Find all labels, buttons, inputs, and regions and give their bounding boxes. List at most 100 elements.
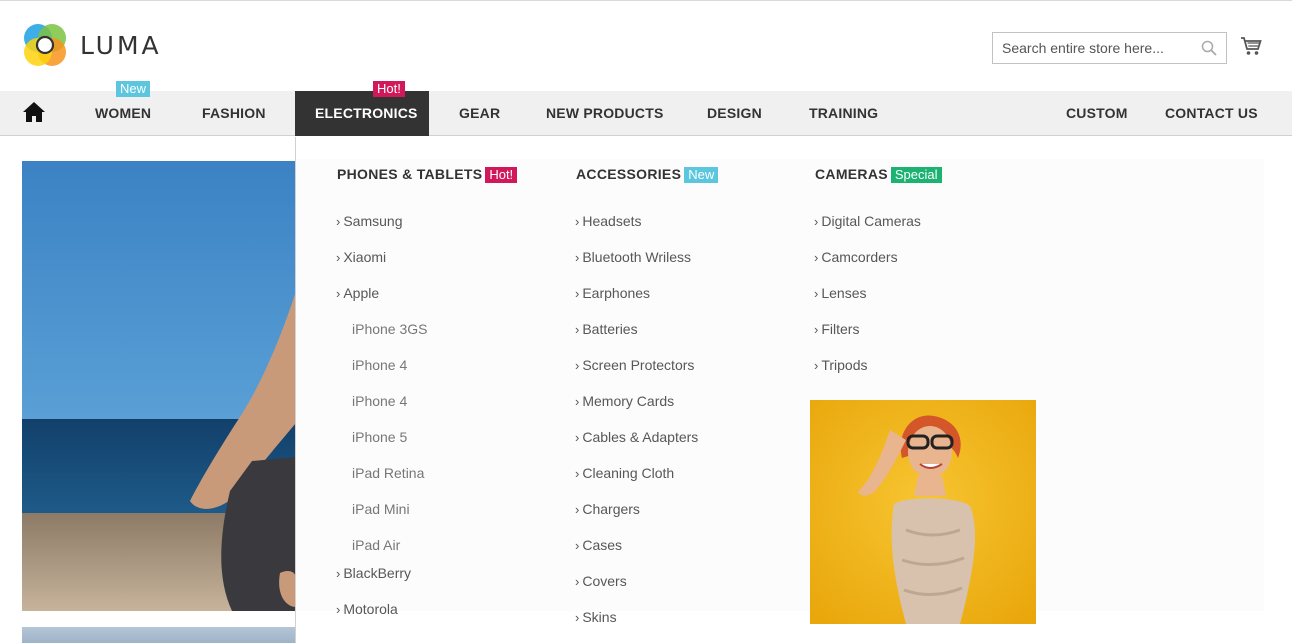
new-badge: New [684, 167, 719, 183]
menu-link-label: Covers [582, 573, 627, 589]
chevron-right-icon: › [336, 566, 341, 581]
hero-banner-image[interactable] [22, 161, 296, 611]
menu-link-label: Cables & Adapters [582, 429, 699, 445]
menu-link-tripods[interactable]: › Tripods [814, 357, 868, 373]
column-title-text: CAMERAS [815, 166, 888, 182]
menu-link-label: Cleaning Cloth [582, 465, 675, 481]
chevron-right-icon: › [575, 502, 580, 517]
submenu-link-ipad-retina[interactable]: iPad Retina [352, 465, 424, 481]
menu-link-headsets[interactable]: › Headsets [575, 213, 642, 229]
chevron-right-icon: › [336, 250, 341, 265]
home-icon[interactable] [22, 101, 46, 123]
menu-link-bluetooth-wireless[interactable]: › Bluetooth Wriless [575, 249, 691, 265]
menu-link-label: Earphones [582, 285, 651, 301]
menu-link-label: Lenses [821, 285, 867, 301]
menu-link-label: Bluetooth Wriless [582, 249, 692, 265]
chevron-right-icon: › [575, 250, 580, 265]
menu-link-label: Chargers [582, 501, 640, 517]
menu-link-skins[interactable]: › Skins [575, 609, 617, 625]
chevron-right-icon: › [814, 322, 819, 337]
menu-link-cables-adapters[interactable]: › Cables & Adapters [575, 429, 698, 445]
submenu-link-iphone-4-alt[interactable]: iPhone 4 [352, 393, 407, 409]
search-input[interactable] [993, 33, 1193, 63]
nav-item-training[interactable]: TRAINING [809, 91, 878, 136]
promo-image-woman[interactable] [810, 400, 1036, 624]
nav-item-gear[interactable]: GEAR [459, 91, 500, 136]
cart-icon[interactable] [1240, 35, 1262, 57]
nav-label: ELECTRONICS [315, 105, 418, 121]
hot-badge: Hot! [485, 167, 518, 183]
nav-item-custom[interactable]: CUSTOM [1066, 91, 1128, 136]
nav-label: NEW PRODUCTS [546, 105, 664, 121]
menu-link-cleaning-cloth[interactable]: › Cleaning Cloth [575, 465, 674, 481]
luma-logo-icon [24, 24, 66, 66]
logo[interactable]: LUMA [22, 22, 162, 68]
main-nav: WOMEN New FASHION ELECTRONICS Hot! GEAR … [0, 81, 1292, 136]
chevron-right-icon: › [575, 214, 580, 229]
chevron-right-icon: › [814, 214, 819, 229]
menu-link-lenses[interactable]: › Lenses [814, 285, 867, 301]
column-title-phones-tablets[interactable]: PHONES & TABLETS Hot! [337, 166, 518, 183]
electronics-mega-menu: PHONES & TABLETS Hot! › Samsung › Xiaomi › A… [295, 137, 1292, 643]
beach-yoga-image [22, 161, 296, 611]
menu-link-blackberry[interactable]: › BlackBerry [336, 565, 411, 581]
menu-link-label: Skins [582, 609, 617, 625]
menu-link-covers[interactable]: › Covers [575, 573, 627, 589]
menu-link-label: Motorola [343, 601, 398, 617]
menu-link-memory-cards[interactable]: › Memory Cards [575, 393, 674, 409]
menu-link-label: Camcorders [821, 249, 898, 265]
column-title-text: PHONES & TABLETS [337, 166, 483, 182]
brand-name: LUMA [80, 30, 162, 60]
menu-link-label: Digital Cameras [821, 213, 921, 229]
column-title-cameras[interactable]: CAMERAS Special [815, 166, 942, 183]
chevron-right-icon: › [814, 250, 819, 265]
menu-link-earphones[interactable]: › Earphones [575, 285, 650, 301]
menu-link-label: BlackBerry [343, 565, 412, 581]
nav-label: CONTACT US [1165, 105, 1258, 121]
menu-link-screen-protectors[interactable]: › Screen Protectors [575, 357, 694, 373]
menu-link-chargers[interactable]: › Chargers [575, 501, 640, 517]
menu-link-samsung[interactable]: › Samsung [336, 213, 403, 229]
submenu-link-iphone-5[interactable]: iPhone 5 [352, 429, 407, 445]
menu-link-label: Xiaomi [343, 249, 387, 265]
column-title-accessories[interactable]: ACCESSORIES New [576, 166, 719, 183]
special-badge: Special [890, 167, 942, 183]
menu-link-xiaomi[interactable]: › Xiaomi [336, 249, 386, 265]
submenu-link-ipad-air[interactable]: iPad Air [352, 537, 400, 553]
menu-link-camcorders[interactable]: › Camcorders [814, 249, 898, 265]
menu-link-label: Samsung [343, 213, 403, 229]
menu-link-label: Memory Cards [582, 393, 675, 409]
chevron-right-icon: › [575, 610, 580, 625]
nav-item-new-products[interactable]: NEW PRODUCTS [546, 91, 664, 136]
menu-link-digital-cameras[interactable]: › Digital Cameras [814, 213, 921, 229]
menu-link-motorola[interactable]: › Motorola [336, 601, 398, 617]
menu-link-label: Apple [343, 285, 380, 301]
chevron-right-icon: › [336, 214, 341, 229]
nav-item-contact-us[interactable]: CONTACT US [1165, 91, 1258, 136]
menu-link-label: Filters [821, 321, 860, 337]
new-badge: New [116, 81, 151, 97]
submenu-link-ipad-mini[interactable]: iPad Mini [352, 501, 410, 517]
nav-item-women[interactable]: WOMEN [95, 91, 151, 136]
woman-with-glasses-image [810, 400, 1036, 624]
search-box [992, 32, 1227, 64]
menu-link-apple[interactable]: › Apple [336, 285, 379, 301]
search-icon[interactable] [1201, 40, 1217, 56]
submenu-link-iphone-3gs[interactable]: iPhone 3GS [352, 321, 428, 337]
nav-label: WOMEN [95, 105, 152, 121]
second-banner-image[interactable] [22, 627, 296, 643]
submenu-link-iphone-4[interactable]: iPhone 4 [352, 357, 407, 373]
nav-label: DESIGN [707, 105, 762, 121]
column-title-text: ACCESSORIES [576, 166, 682, 182]
menu-link-cases[interactable]: › Cases [575, 537, 622, 553]
chevron-right-icon: › [814, 358, 819, 373]
nav-item-design[interactable]: DESIGN [707, 91, 762, 136]
chevron-right-icon: › [336, 602, 341, 617]
chevron-right-icon: › [575, 430, 580, 445]
menu-link-batteries[interactable]: › Batteries [575, 321, 638, 337]
nav-item-electronics[interactable]: ELECTRONICS [295, 91, 429, 136]
chevron-right-icon: › [575, 574, 580, 589]
mega-menu-panel [296, 159, 1264, 611]
menu-link-filters[interactable]: › Filters [814, 321, 859, 337]
nav-item-fashion[interactable]: FASHION [202, 91, 266, 136]
